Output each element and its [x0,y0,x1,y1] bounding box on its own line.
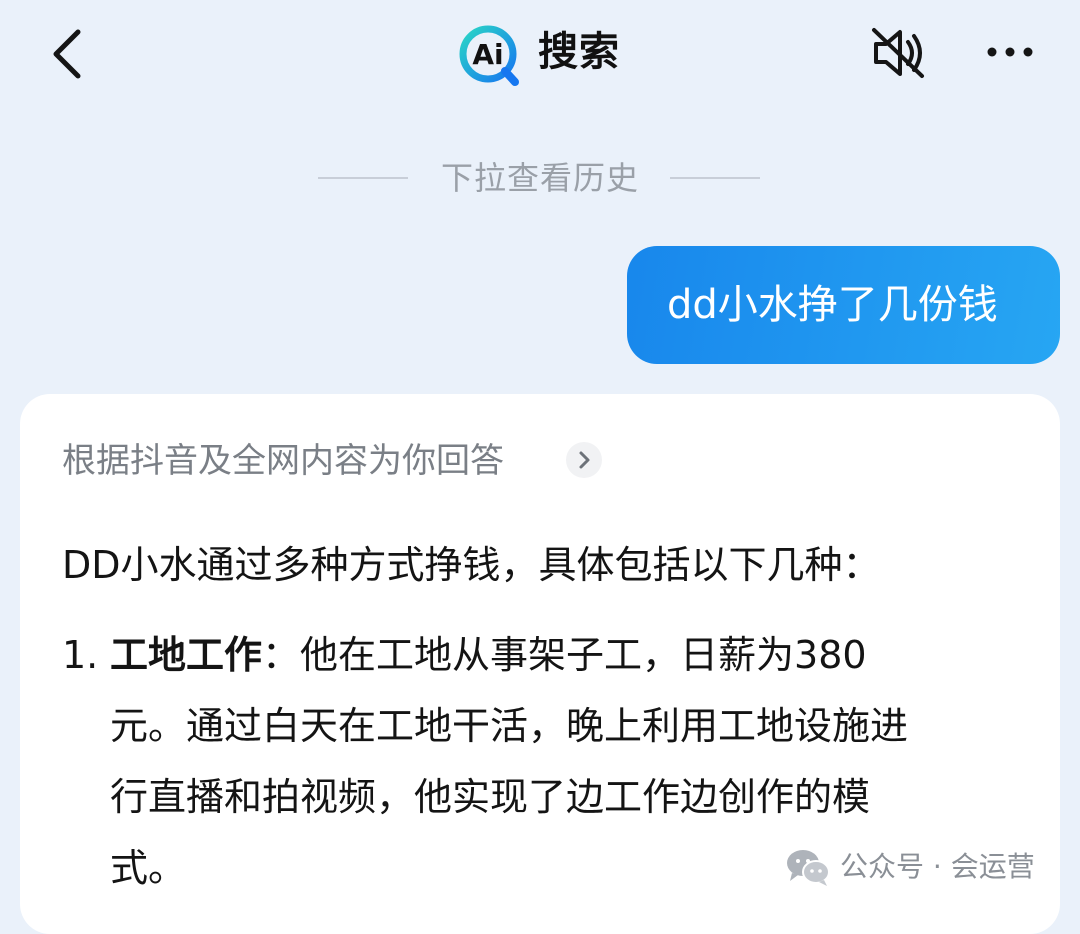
watermark: 公众号 · 会运营 [784,842,1035,892]
list-item-text: ：他在工地从事架子工，日薪为380 [262,633,867,677]
chevron-right-icon [579,451,590,469]
list-item-line: 元。通过白天在工地干活，晚上利用工地设施进 [110,704,909,748]
logo-text: Ai [472,38,503,71]
pull-down-history-hint[interactable]: 下拉查看历史 [0,150,1080,206]
speaker-muted-icon [872,28,924,78]
list-item-title: 工地工作 [110,633,263,677]
list-item-line: 工地工作：他在工地从事架子工，日薪为380 [110,630,1010,680]
back-button[interactable] [46,26,90,82]
divider-line [318,177,408,179]
more-options-button[interactable] [984,30,1036,74]
chevron-left-icon [53,29,81,79]
list-item-number: 1. [62,633,99,677]
history-hint-label: 下拉查看历史 [440,159,639,197]
list-item-line: 行直播和拍视频，他实现了边工作边创作的模 [110,775,871,819]
answer-source-label[interactable]: 根据抖音及全网内容为你回答 [62,438,504,484]
mute-button[interactable] [868,26,930,80]
source-detail-button[interactable] [566,442,602,478]
watermark-text: 公众号 · 会运营 [840,850,1035,883]
ellipsis-icon [987,47,1033,57]
top-bar: Ai 搜索 [0,0,1080,110]
user-message-text: dd小水挣了几份钱 [667,282,998,328]
answer-intro: DD小水通过多种方式挣钱，具体包括以下几种： [62,543,881,587]
ai-search-logo: Ai [458,24,522,86]
wechat-icon [787,850,830,886]
page-title: 搜索 [538,29,620,75]
user-message-bubble[interactable]: dd小水挣了几份钱 [627,246,1060,364]
divider-line [670,177,760,179]
